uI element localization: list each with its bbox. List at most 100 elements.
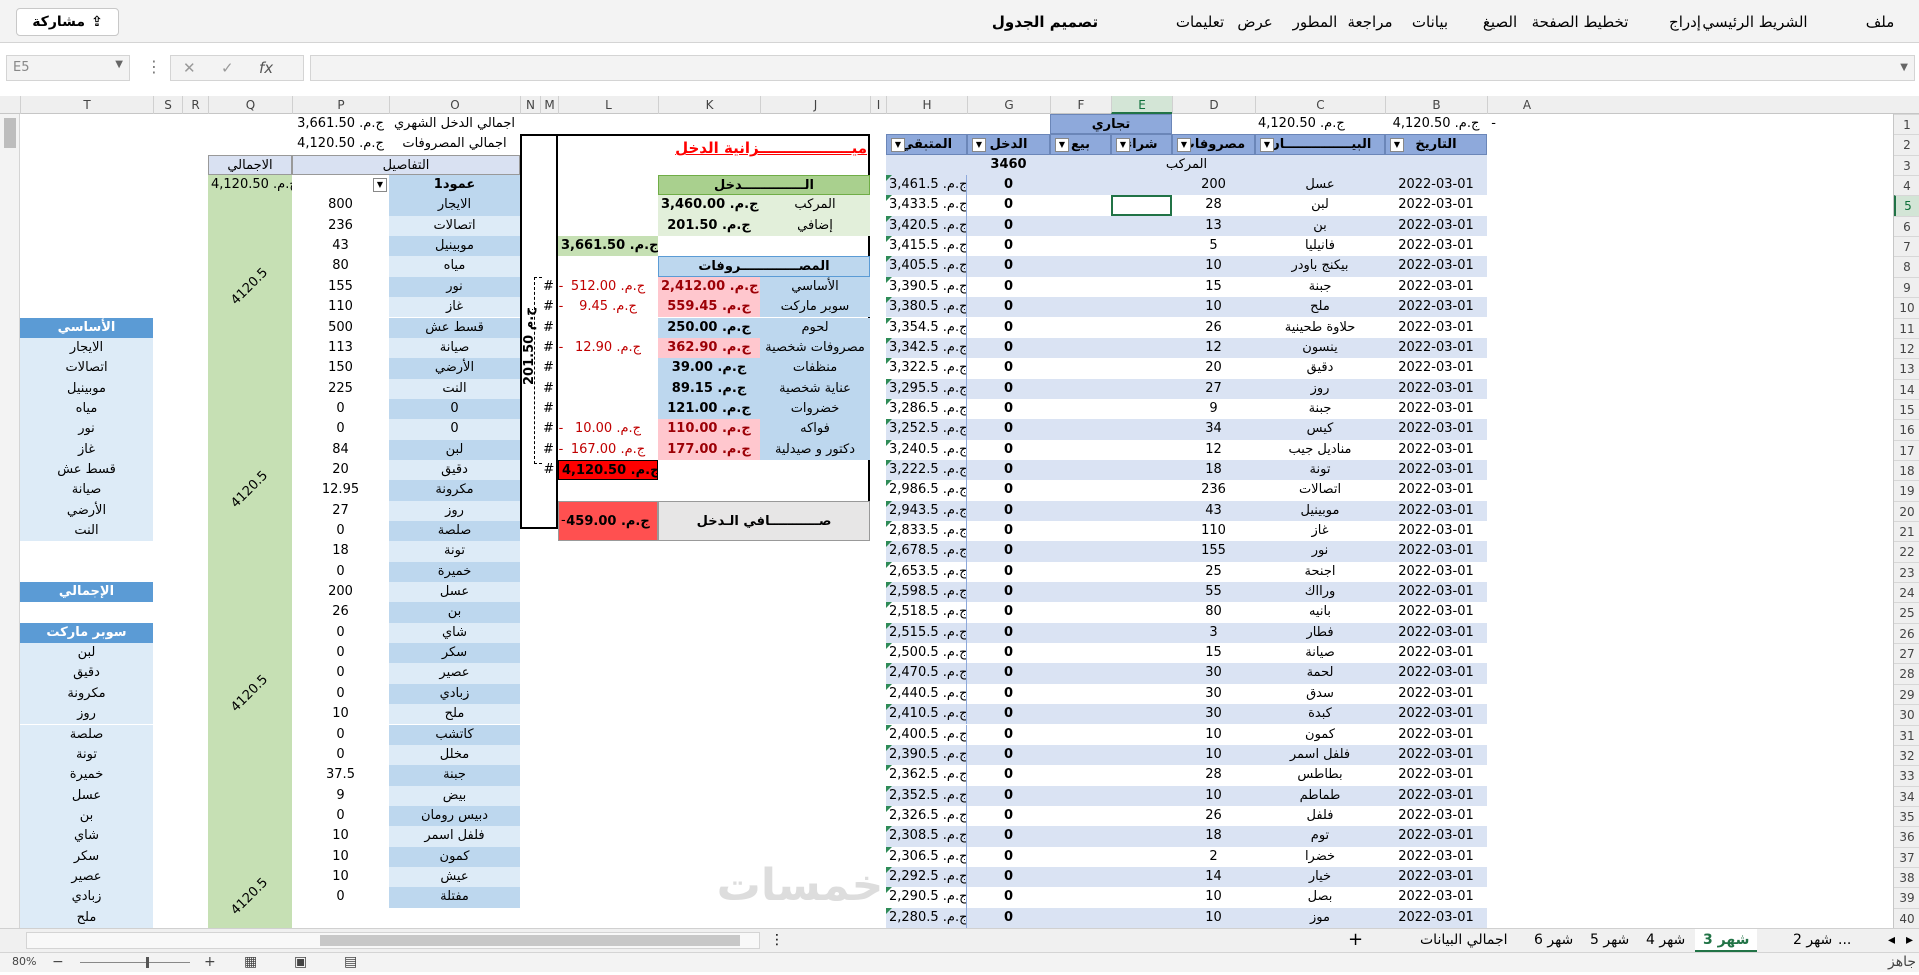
cell-buy[interactable] [1111,195,1172,216]
row-header[interactable]: 31 [1894,724,1919,745]
name-box[interactable]: E5 ▼ [6,55,130,81]
column-header-a[interactable]: A [1487,96,1566,114]
column-header-f[interactable]: F [1050,96,1111,114]
page-break-icon[interactable]: ▤ [336,951,365,975]
cell-buy[interactable] [1111,683,1172,705]
row-header[interactable]: 19 [1894,480,1919,500]
add-sheet-button[interactable]: + [1340,929,1371,953]
row-header[interactable]: 13 [1894,358,1919,378]
row-header[interactable]: 15 [1894,398,1919,419]
row-header[interactable]: 27 [1894,643,1919,663]
ribbon-tab[interactable]: ملف [1866,13,1895,31]
column-header-h[interactable]: H [886,96,967,114]
column-header-e[interactable]: E [1111,96,1172,114]
cell-buy[interactable] [1111,439,1172,460]
cell-buy[interactable] [1111,561,1172,583]
ribbon-tab[interactable]: بيانات [1412,13,1448,31]
page-layout-icon[interactable]: ▣ [286,951,315,975]
cell-buy[interactable] [1111,663,1172,684]
cancel-icon[interactable]: ✕ [183,59,196,77]
ribbon-tab[interactable]: الشريط الرئيسي [1702,13,1807,31]
zoom-slider-thumb[interactable] [146,957,149,968]
ribbon-tab[interactable]: تصميم الجدول [992,13,1098,31]
column-header-r[interactable]: R [182,96,208,114]
cell-buy[interactable] [1111,358,1172,379]
ribbon-tab[interactable]: الصيغ [1483,13,1517,31]
row-header[interactable]: 29 [1894,683,1919,704]
formula-input[interactable]: ▼ [310,55,1915,81]
cell-buy[interactable] [1111,297,1172,318]
row-header[interactable]: 23 [1894,561,1919,582]
row-header[interactable]: 10 [1894,297,1919,317]
column-header-j[interactable]: J [760,96,870,114]
row-header[interactable]: 22 [1894,541,1919,561]
cell-buy[interactable] [1111,805,1172,827]
column-header-q[interactable]: Q [208,96,292,114]
row-header[interactable]: 21 [1894,521,1919,541]
column-header-m[interactable]: M [540,96,558,114]
cell-buy[interactable] [1111,724,1172,745]
row-header[interactable]: 12 [1894,337,1919,358]
cell-buy[interactable] [1111,826,1172,847]
cell-buy[interactable] [1111,459,1172,481]
insert-function-icon[interactable]: fx [259,59,273,77]
ribbon-tab[interactable]: مراجعة [1347,13,1392,31]
column-header-t[interactable]: T [20,96,153,114]
filter-dropdown-icon[interactable]: ▼ [972,138,986,153]
column-header-o[interactable]: O [389,96,520,114]
more-vertical-icon[interactable]: ⋮ [146,57,162,76]
expand-formula-icon[interactable]: ▼ [1900,62,1908,73]
cell-buy[interactable] [1111,236,1172,257]
cell-buy[interactable] [1111,785,1172,806]
scroll-thumb[interactable] [4,118,16,148]
row-header[interactable]: 35 [1894,805,1919,826]
row-header[interactable]: 1 [1894,114,1919,134]
row-header[interactable]: 8 [1894,256,1919,276]
cell-buy[interactable] [1111,419,1172,440]
ribbon-tab[interactable]: إدراج [1669,13,1701,31]
row-header[interactable]: 18 [1894,459,1919,480]
column-header-c[interactable]: C [1255,96,1385,114]
ribbon-tab[interactable]: عرض [1237,13,1272,31]
column-header-s[interactable]: S [153,96,182,114]
row-header[interactable]: 5 [1894,195,1919,216]
filter-dropdown-icon[interactable]: ▼ [373,178,387,193]
row-header[interactable]: 28 [1894,663,1919,683]
row-header[interactable]: 30 [1894,704,1919,724]
row-header[interactable]: 20 [1894,500,1919,521]
ribbon-tab[interactable]: المطور [1293,13,1338,31]
vertical-scrollbar[interactable] [0,96,20,928]
filter-dropdown-icon[interactable]: ▼ [891,138,905,153]
row-header[interactable]: 16 [1894,419,1919,439]
row-header[interactable]: 7 [1894,236,1919,256]
cell-buy[interactable] [1111,215,1172,237]
sheet-tab[interactable]: اجمالي البيانات [1412,929,1516,953]
filter-dropdown-icon[interactable]: ▼ [1116,138,1130,153]
cell-buy[interactable] [1111,378,1172,399]
sheet-tab[interactable]: شهر 5 [1582,929,1637,953]
filter-dropdown-icon[interactable]: ▼ [1055,138,1069,153]
confirm-icon[interactable]: ✓ [221,59,234,77]
cell-buy[interactable] [1111,907,1172,928]
sheet-tab[interactable]: شهر 6 [1526,929,1581,953]
column-header-p[interactable]: P [292,96,389,114]
row-header[interactable]: 39 [1894,887,1919,907]
row-header[interactable]: 25 [1894,602,1919,622]
row-header[interactable]: 34 [1894,785,1919,806]
cell-buy[interactable] [1111,317,1172,338]
cell-buy[interactable] [1111,765,1172,786]
column-header-l[interactable]: L [558,96,658,114]
next-sheet-icon[interactable]: ▸ [1898,929,1919,953]
cell-buy[interactable] [1111,846,1172,867]
filter-dropdown-icon[interactable]: ▼ [1177,138,1191,153]
cell-buy[interactable] [1111,622,1172,644]
cell-buy[interactable] [1111,744,1172,766]
cell-buy[interactable] [1111,887,1172,908]
row-header[interactable]: 17 [1894,439,1919,460]
sheet-tab[interactable]: شهر 4 [1638,929,1693,953]
row-header[interactable]: 3 [1894,154,1919,175]
row-header[interactable]: 24 [1894,582,1919,602]
row-header[interactable]: 2 [1894,134,1919,154]
chevron-down-icon[interactable]: ▼ [115,59,123,70]
row-header[interactable]: 4 [1894,175,1919,195]
